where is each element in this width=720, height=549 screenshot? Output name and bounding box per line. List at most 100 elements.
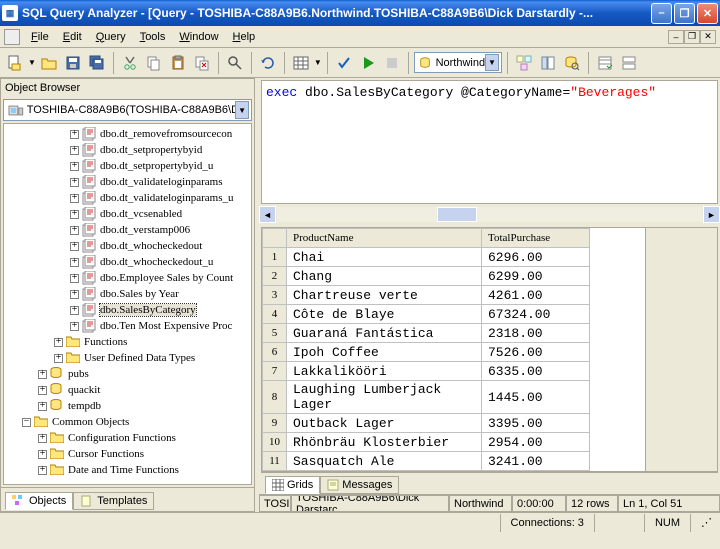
menu-file[interactable]: File [24,29,56,45]
scroll-right-button[interactable]: ► [703,206,720,223]
copy-button[interactable] [143,52,165,74]
execute-button[interactable] [357,52,379,74]
expand-icon[interactable]: + [38,466,47,475]
new-query-button[interactable] [4,52,26,74]
tree-node[interactable]: +dbo.dt_validateloginparams [4,174,251,190]
open-button[interactable] [38,52,60,74]
new-query-dropdown[interactable]: ▼ [28,58,36,67]
expand-icon[interactable]: + [70,226,79,235]
table-row[interactable]: 8Laughing Lumberjack Lager1445.00 [263,381,590,414]
query-h-scrollbar[interactable]: ◄ ► [259,206,720,223]
menu-query[interactable]: Query [89,29,133,45]
server-combo[interactable]: TOSHIBA-C88A9B6(TOSHIBA-C88A9B6\D ▼ [3,99,252,121]
tree-node[interactable]: +Cursor Functions [4,446,251,462]
expand-icon[interactable]: + [54,354,63,363]
menu-tools[interactable]: Tools [133,29,173,45]
object-tree[interactable]: +dbo.dt_removefromsourcecon+dbo.dt_setpr… [3,123,252,485]
table-row[interactable]: 7Lakkalikööri6335.00 [263,362,590,381]
tree-node[interactable]: +dbo.Ten Most Expensive Proc [4,318,251,334]
expand-icon[interactable]: − [22,418,31,427]
grid-header-totalpurchase[interactable]: TotalPurchase [482,229,590,248]
expand-icon[interactable]: + [70,194,79,203]
tree-node[interactable]: −Common Objects [4,414,251,430]
tree-node[interactable]: +User Defined Data Types [4,350,251,366]
estimated-plan-button[interactable] [513,52,535,74]
tree-node[interactable]: +dbo.dt_setpropertybyid_u [4,158,251,174]
tree-node[interactable]: +dbo.dt_validateloginparams_u [4,190,251,206]
expand-icon[interactable]: + [70,210,79,219]
expand-icon[interactable]: + [38,386,47,395]
tree-node[interactable]: +dbo.Sales by Year [4,286,251,302]
tree-node[interactable]: +dbo.SalesByCategory [4,302,251,318]
tree-node[interactable]: +Date and Time Functions [4,462,251,478]
mdi-close-button[interactable]: ✕ [700,30,716,44]
expand-icon[interactable]: + [70,146,79,155]
table-row[interactable]: 11Sasquatch Ale3241.00 [263,452,590,471]
maximize-button[interactable]: ❐ [674,3,695,24]
tree-node[interactable]: +Functions [4,334,251,350]
expand-icon[interactable]: + [70,130,79,139]
tab-messages[interactable]: Messages [320,476,399,494]
tree-node[interactable]: +dbo.dt_vcsenabled [4,206,251,222]
table-row[interactable]: 3Chartreuse verte4261.00 [263,286,590,305]
database-combo[interactable]: Northwind ▼ [414,52,502,73]
expand-icon[interactable]: + [70,322,79,331]
tree-node[interactable]: +tempdb [4,398,251,414]
show-results-button[interactable] [618,52,640,74]
cut-button[interactable] [119,52,141,74]
tree-node[interactable]: +dbo.dt_whocheckedout_u [4,254,251,270]
menu-edit[interactable]: Edit [56,29,89,45]
expand-icon[interactable]: + [38,434,47,443]
tree-node[interactable]: +dbo.dt_whocheckedout [4,238,251,254]
tree-node[interactable]: +pubs [4,366,251,382]
query-editor[interactable]: exec dbo.SalesByCategory @CategoryName="… [261,80,718,204]
expand-icon[interactable]: + [38,402,47,411]
scroll-left-button[interactable]: ◄ [259,206,276,223]
table-row[interactable]: 6Ipoh Coffee7526.00 [263,343,590,362]
mdi-minimize-button[interactable]: – [668,30,684,44]
table-row[interactable]: 1Chai6296.00 [263,248,590,267]
table-row[interactable]: 2Chang6299.00 [263,267,590,286]
undo-button[interactable] [257,52,279,74]
options-button[interactable] [594,52,616,74]
grid-header-rownum[interactable] [263,229,287,248]
save-button[interactable] [62,52,84,74]
tree-node[interactable]: +dbo.dt_setpropertybyid [4,142,251,158]
grid-header-productname[interactable]: ProductName [287,229,482,248]
object-browser-button[interactable] [537,52,559,74]
table-row[interactable]: 10Rhönbräu Klosterbier2954.00 [263,433,590,452]
expand-icon[interactable]: + [70,258,79,267]
stop-button[interactable] [381,52,403,74]
tree-node[interactable]: +dbo.Employee Sales by Count [4,270,251,286]
expand-icon[interactable]: + [70,306,79,315]
tree-node[interactable]: +dbo.dt_removefromsourcecon [4,126,251,142]
expand-icon[interactable]: + [70,178,79,187]
menu-window[interactable]: Window [172,29,225,45]
save-all-button[interactable] [86,52,108,74]
menu-help[interactable]: Help [226,29,263,45]
expand-icon[interactable]: + [70,290,79,299]
expand-icon[interactable]: + [70,162,79,171]
expand-icon[interactable]: + [38,370,47,379]
clear-button[interactable] [191,52,213,74]
expand-icon[interactable]: + [70,242,79,251]
tree-node[interactable]: +quackit [4,382,251,398]
results-grid[interactable]: ProductName TotalPurchase 1Chai6296.002C… [262,228,590,471]
paste-button[interactable] [167,52,189,74]
table-row[interactable]: 5Guaraná Fantástica2318.00 [263,324,590,343]
tab-objects[interactable]: Objects [5,492,73,510]
mdi-restore-button[interactable]: ❐ [684,30,700,44]
expand-icon[interactable]: + [38,450,47,459]
tab-templates[interactable]: Templates [73,492,154,510]
find-button[interactable] [224,52,246,74]
minimize-button[interactable]: – [651,3,672,24]
parse-button[interactable] [333,52,355,74]
execute-mode-dropdown[interactable]: ▼ [314,58,322,67]
table-row[interactable]: 4Côte de Blaye67324.00 [263,305,590,324]
execute-mode-button[interactable] [290,52,312,74]
tree-node[interactable]: +dbo.dt_verstamp006 [4,222,251,238]
tree-node[interactable]: +Configuration Functions [4,430,251,446]
expand-icon[interactable]: + [70,274,79,283]
expand-icon[interactable]: + [54,338,63,347]
close-button[interactable]: ✕ [697,3,718,24]
